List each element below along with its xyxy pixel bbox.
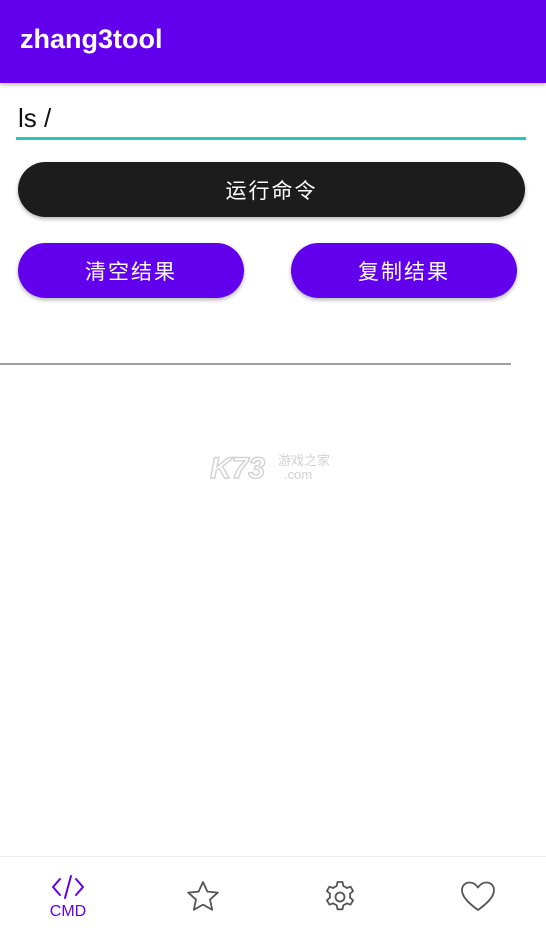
code-icon	[52, 874, 84, 899]
nav-label-cmd: CMD	[49, 902, 87, 920]
clear-result-label: 清空结果	[85, 259, 177, 284]
app-title: zhang3tool	[20, 24, 163, 54]
output-divider	[0, 363, 511, 365]
heart-icon	[461, 881, 495, 911]
nav-item-likes[interactable]	[410, 857, 546, 936]
watermark-domain: .com	[284, 467, 312, 482]
copy-result-label: 复制结果	[358, 259, 450, 284]
run-command-button[interactable]: 运行命令	[18, 162, 525, 217]
nav-item-settings[interactable]	[272, 857, 408, 936]
bottom-navigation: CMD	[0, 856, 546, 936]
nav-item-favorites[interactable]	[135, 857, 271, 936]
star-icon	[187, 880, 219, 911]
k73-watermark: K73 游戏之家 .com	[210, 451, 330, 484]
app-bar: zhang3tool	[0, 0, 546, 83]
clear-result-button[interactable]: 清空结果	[18, 243, 244, 298]
nav-item-cmd[interactable]: CMD	[0, 857, 136, 936]
copy-result-button[interactable]: 复制结果	[291, 243, 517, 298]
output-area[interactable]	[0, 366, 546, 854]
command-input[interactable]	[16, 100, 526, 140]
watermark-brand: K73	[210, 452, 265, 484]
gear-icon	[326, 880, 354, 910]
run-command-label: 运行命令	[225, 178, 318, 203]
